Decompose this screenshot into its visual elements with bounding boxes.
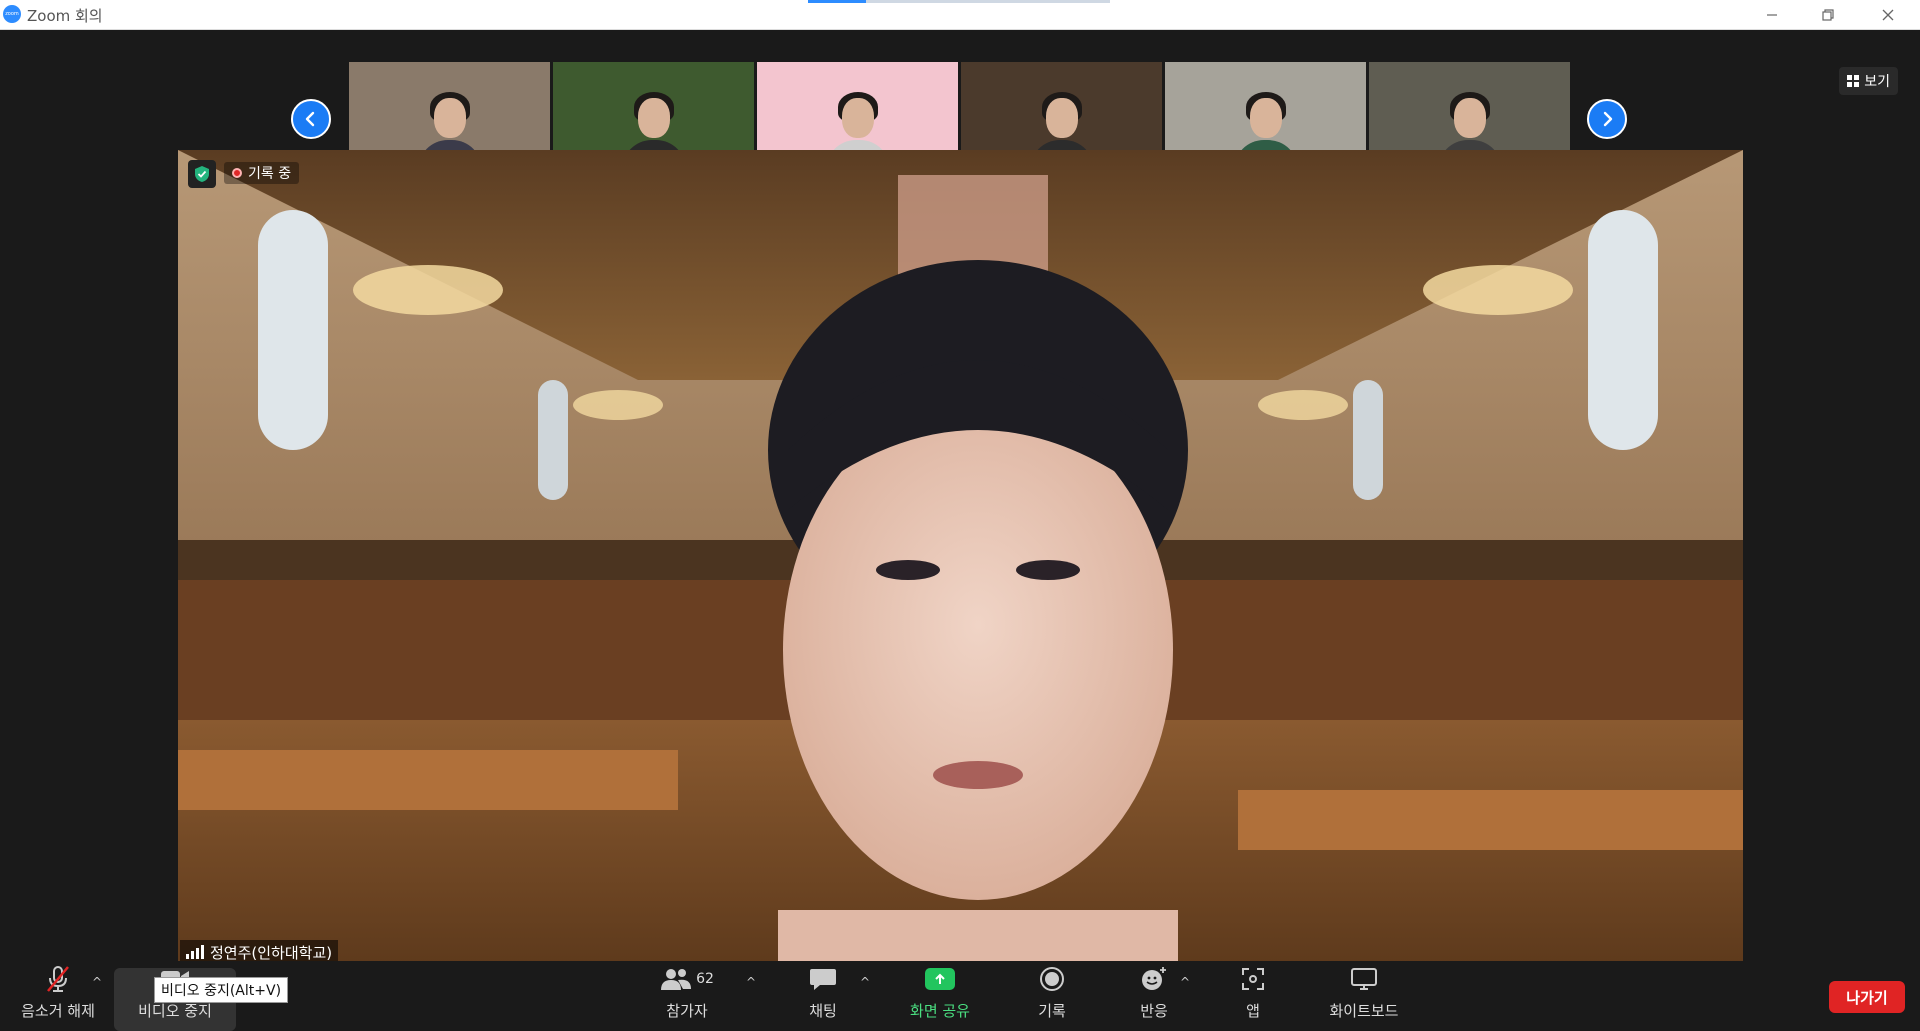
share-screen-icon [925, 964, 955, 994]
unmute-button[interactable]: 음소거 해제 [15, 961, 101, 1027]
participants-button[interactable]: 62 참가자 [650, 961, 724, 1027]
share-screen-label: 화면 공유 [910, 1002, 970, 1020]
chevron-right-icon [1603, 111, 1613, 127]
close-icon [1882, 9, 1894, 20]
restore-button[interactable] [1800, 0, 1856, 29]
reactions-label: 반응 [1140, 1002, 1168, 1020]
recording-indicator[interactable]: 기록 중 [224, 162, 300, 184]
reactions-button[interactable]: 반응 [1134, 961, 1174, 1027]
whiteboard-button[interactable]: 화이트보드 [1326, 961, 1402, 1027]
chat-options-caret-icon[interactable]: ^ [860, 975, 872, 989]
whiteboard-label: 화이트보드 [1329, 1002, 1399, 1020]
zoom-app-icon: zoom [3, 5, 21, 23]
signal-strength-icon [186, 945, 204, 959]
grid-view-icon [1847, 75, 1860, 87]
audio-options-caret-icon[interactable]: ^ [92, 975, 104, 989]
recording-label: 기록 중 [248, 166, 292, 182]
next-page-button[interactable] [1587, 99, 1627, 139]
title-bar: zoom Zoom 회의 [0, 0, 1920, 30]
apps-button[interactable]: 앱 [1236, 961, 1270, 1027]
smiley-plus-icon [1139, 964, 1169, 994]
participants-icon: 62 [657, 964, 717, 994]
whiteboard-icon [1349, 964, 1379, 994]
participants-options-caret-icon[interactable]: ^ [746, 975, 758, 989]
restore-icon [1822, 8, 1834, 21]
chat-label: 채팅 [809, 1002, 837, 1020]
participants-label: 참가자 [666, 1002, 708, 1020]
stop-video-label: 비디오 중지 [138, 1002, 212, 1020]
record-icon [1037, 964, 1067, 994]
speaker-name: 정연주(인하대학교) [210, 943, 333, 962]
library-background-image [178, 150, 1743, 964]
security-shield-badge[interactable] [188, 160, 216, 188]
unmute-label: 음소거 해제 [21, 1002, 95, 1020]
apps-icon [1238, 964, 1268, 994]
minimize-icon [1767, 13, 1777, 16]
share-screen-button[interactable]: 화면 공유 [902, 961, 978, 1027]
view-button-label: 보기 [1864, 74, 1890, 90]
window-title: Zoom 회의 [27, 7, 103, 25]
reactions-options-caret-icon[interactable]: ^ [1180, 975, 1192, 989]
minimize-button[interactable] [1744, 0, 1800, 29]
active-speaker-video[interactable]: 기록 중 정연주(인하대학교) [178, 150, 1743, 964]
recording-dot-icon [232, 168, 242, 178]
chat-bubble-icon [808, 964, 838, 994]
mic-muted-icon [43, 964, 73, 994]
view-button[interactable]: 보기 [1839, 67, 1898, 95]
previous-page-button[interactable] [291, 99, 331, 139]
close-button[interactable] [1860, 0, 1916, 29]
record-label: 기록 [1038, 1002, 1066, 1020]
leave-meeting-button[interactable]: 나가기 [1829, 981, 1905, 1013]
shield-check-icon [195, 166, 209, 182]
title-progress-indicator [808, 0, 1110, 3]
record-button[interactable]: 기록 [1032, 961, 1072, 1027]
chevron-left-icon [305, 111, 315, 127]
meeting-stage: 보기 김혜미(INHA)신 혜정박옥현/인하대강애연이정섭김진선 [0, 30, 1920, 964]
apps-label: 앱 [1246, 1002, 1260, 1020]
participants-count: 62 [696, 971, 714, 987]
stop-video-tooltip: 비디오 중지(Alt+V) [154, 977, 289, 1003]
chat-button[interactable]: 채팅 [800, 961, 846, 1027]
